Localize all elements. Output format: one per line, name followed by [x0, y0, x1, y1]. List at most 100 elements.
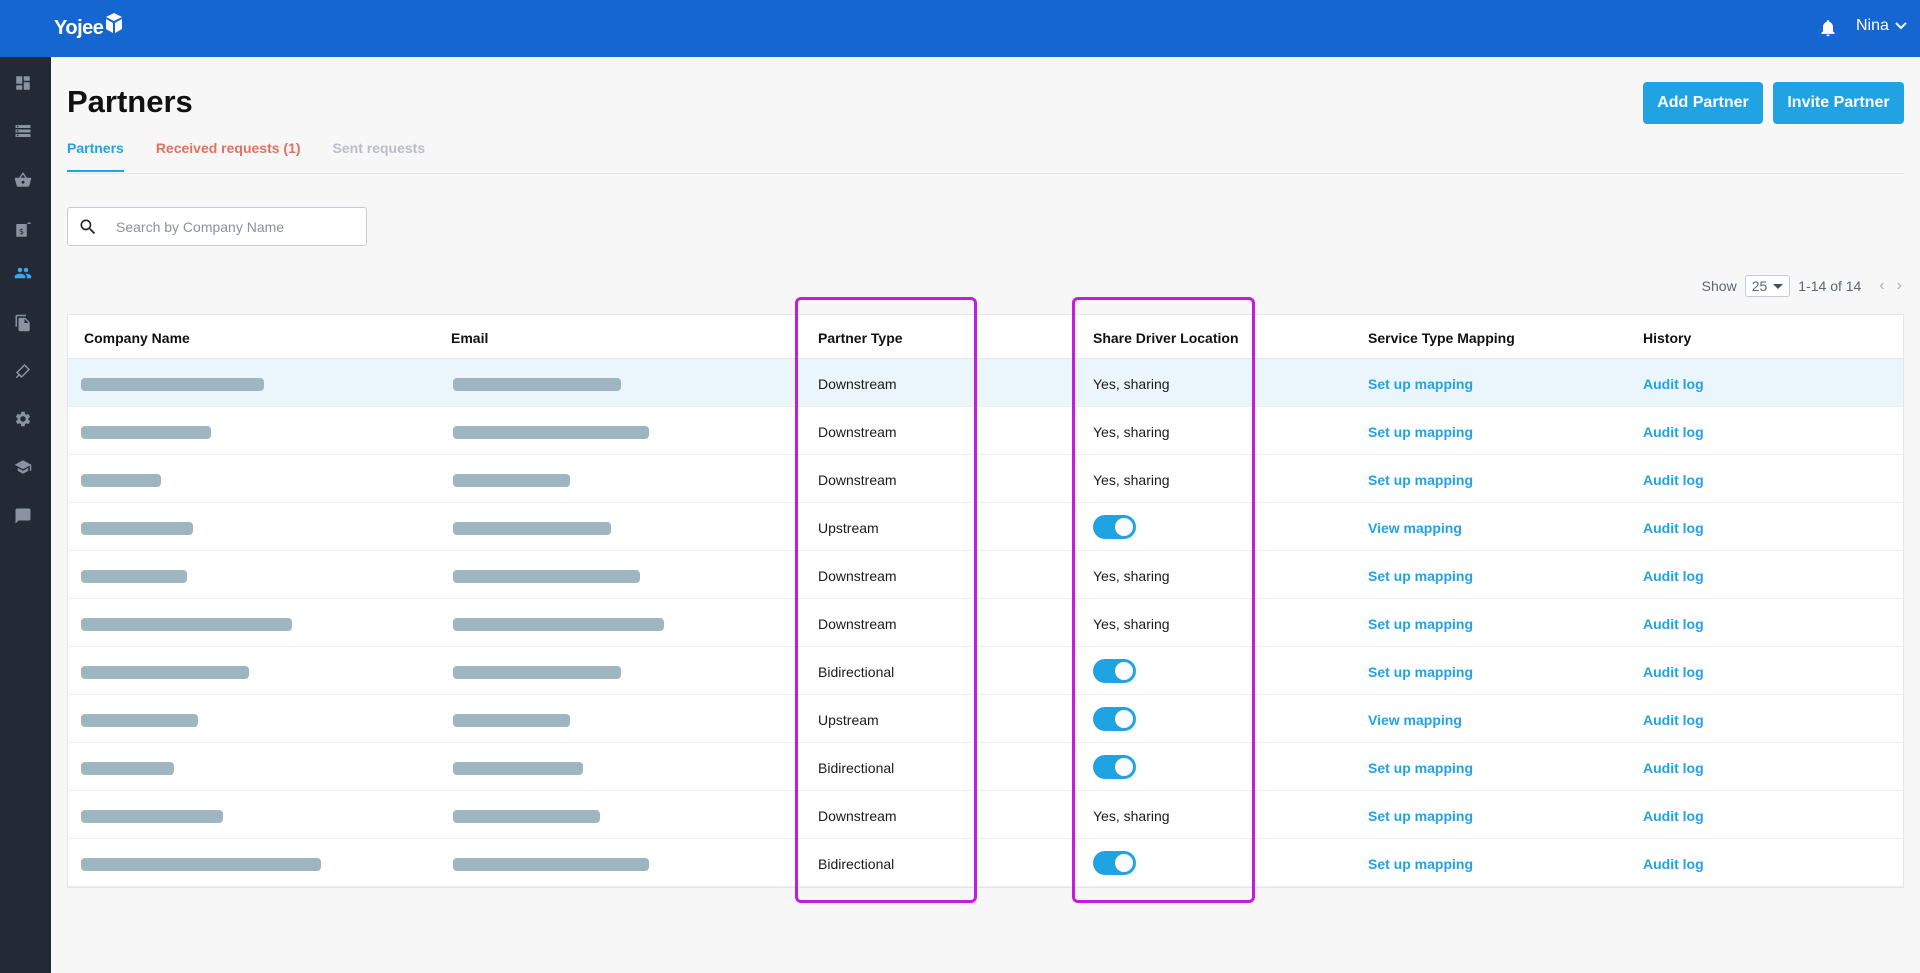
- header-partner-type[interactable]: Partner Type: [818, 330, 903, 346]
- mapping-link[interactable]: View mapping: [1368, 520, 1462, 536]
- basket-icon[interactable]: [13, 170, 33, 190]
- audit-log-link[interactable]: Audit log: [1643, 376, 1704, 392]
- partners-icon[interactable]: [13, 263, 33, 283]
- redacted-company-name: [81, 666, 249, 679]
- tab-sent-requests[interactable]: Sent requests: [333, 140, 426, 172]
- share-location-toggle[interactable]: [1093, 515, 1136, 539]
- header-email[interactable]: Email: [451, 330, 488, 346]
- redacted-email: [453, 618, 664, 631]
- invite-partner-button[interactable]: Invite Partner: [1773, 82, 1904, 124]
- table-row[interactable]: Bidirectional Set up mapping Audit log: [68, 743, 1903, 791]
- top-bar: Yojee Nina: [0, 0, 1920, 57]
- show-label: Show: [1701, 278, 1737, 294]
- audit-log-link[interactable]: Audit log: [1643, 808, 1704, 824]
- partner-type-cell: Downstream: [818, 616, 897, 632]
- audit-log-link[interactable]: Audit log: [1643, 520, 1704, 536]
- mapping-link[interactable]: Set up mapping: [1368, 616, 1473, 632]
- table-row[interactable]: Downstream Yes, sharing Set up mapping Audi…: [68, 791, 1903, 839]
- redacted-company-name: [81, 858, 321, 871]
- svg-text:$: $: [19, 226, 24, 236]
- redacted-email: [453, 426, 649, 439]
- chevron-left-icon[interactable]: ‹: [1879, 277, 1884, 295]
- caret-down-icon: [1773, 283, 1784, 289]
- partner-type-cell: Downstream: [818, 424, 897, 440]
- audit-log-link[interactable]: Audit log: [1643, 568, 1704, 584]
- table-row[interactable]: Downstream Yes, sharing Set up mapping Audi…: [68, 407, 1903, 455]
- partner-type-cell: Downstream: [818, 472, 897, 488]
- logo[interactable]: Yojee: [54, 13, 123, 43]
- partner-type-cell: Bidirectional: [818, 856, 895, 872]
- table-row[interactable]: Downstream Yes, sharing Set up mapping Audi…: [68, 599, 1903, 647]
- page-title: Partners: [67, 84, 193, 119]
- audit-log-link[interactable]: Audit log: [1643, 424, 1704, 440]
- invoice-icon[interactable]: $: [13, 220, 33, 240]
- user-menu[interactable]: Nina: [1856, 17, 1907, 35]
- user-name: Nina: [1856, 17, 1889, 34]
- dashboard-icon[interactable]: [13, 73, 33, 93]
- redacted-company-name: [81, 762, 174, 775]
- broadcast-icon[interactable]: [13, 361, 33, 381]
- redacted-company-name: [81, 522, 193, 535]
- partner-type-cell: Bidirectional: [818, 664, 895, 680]
- audit-log-link[interactable]: Audit log: [1643, 472, 1704, 488]
- redacted-company-name: [81, 618, 292, 631]
- redacted-email: [453, 810, 600, 823]
- table-row[interactable]: Downstream Yes, sharing Set up mapping Audi…: [68, 551, 1903, 599]
- audit-log-link[interactable]: Audit log: [1643, 856, 1704, 872]
- redacted-email: [453, 762, 583, 775]
- header-share-driver-location[interactable]: Share Driver Location: [1093, 330, 1239, 346]
- mapping-link[interactable]: Set up mapping: [1368, 808, 1473, 824]
- search-box: [67, 207, 367, 246]
- page-size-select[interactable]: 25: [1744, 275, 1791, 297]
- mapping-link[interactable]: View mapping: [1368, 712, 1462, 728]
- table-row[interactable]: Upstream View mapping Audit log: [68, 503, 1903, 551]
- share-location-status: Yes, sharing: [1093, 616, 1170, 632]
- search-icon: [80, 219, 96, 234]
- header-service-type-mapping[interactable]: Service Type Mapping: [1368, 330, 1515, 346]
- chat-icon[interactable]: [13, 506, 33, 526]
- redacted-company-name: [81, 378, 264, 391]
- redacted-email: [453, 522, 611, 535]
- header-company-name[interactable]: Company Name: [84, 330, 190, 346]
- share-location-toggle[interactable]: [1093, 755, 1136, 779]
- redacted-company-name: [81, 426, 211, 439]
- share-location-toggle[interactable]: [1093, 659, 1136, 683]
- audit-log-link[interactable]: Audit log: [1643, 664, 1704, 680]
- logo-mark-icon: [106, 13, 123, 33]
- bell-icon[interactable]: [1818, 17, 1838, 39]
- tab-partners[interactable]: Partners: [67, 140, 124, 172]
- share-location-status: Yes, sharing: [1093, 376, 1170, 392]
- table-row[interactable]: Upstream View mapping Audit log: [68, 695, 1903, 743]
- mapping-link[interactable]: Set up mapping: [1368, 664, 1473, 680]
- partner-type-cell: Upstream: [818, 520, 879, 536]
- school-icon[interactable]: [13, 457, 33, 477]
- mapping-link[interactable]: Set up mapping: [1368, 472, 1473, 488]
- header-history[interactable]: History: [1643, 330, 1691, 346]
- table-row[interactable]: Downstream Yes, sharing Set up mapping Audi…: [68, 359, 1903, 407]
- redacted-company-name: [81, 714, 198, 727]
- table-row[interactable]: Bidirectional Set up mapping Audit log: [68, 839, 1903, 887]
- page-range: 1-14 of 14: [1798, 278, 1862, 294]
- audit-log-link[interactable]: Audit log: [1643, 712, 1704, 728]
- documents-icon[interactable]: [13, 313, 33, 333]
- audit-log-link[interactable]: Audit log: [1643, 760, 1704, 776]
- share-location-toggle[interactable]: [1093, 707, 1136, 731]
- share-location-toggle[interactable]: [1093, 851, 1136, 875]
- search-input[interactable]: [116, 218, 356, 235]
- audit-log-link[interactable]: Audit log: [1643, 616, 1704, 632]
- mapping-link[interactable]: Set up mapping: [1368, 760, 1473, 776]
- settings-icon[interactable]: [13, 409, 33, 429]
- mapping-link[interactable]: Set up mapping: [1368, 856, 1473, 872]
- mapping-link[interactable]: Set up mapping: [1368, 376, 1473, 392]
- chevron-right-icon[interactable]: ›: [1897, 277, 1902, 295]
- table-row[interactable]: Bidirectional Set up mapping Audit log: [68, 647, 1903, 695]
- mapping-link[interactable]: Set up mapping: [1368, 568, 1473, 584]
- logo-text: Yojee: [54, 16, 104, 39]
- partner-type-cell: Upstream: [818, 712, 879, 728]
- tab-received-requests[interactable]: Received requests (1): [156, 140, 301, 172]
- table-row[interactable]: Downstream Yes, sharing Set up mapping Audi…: [68, 455, 1903, 503]
- mapping-link[interactable]: Set up mapping: [1368, 424, 1473, 440]
- partner-type-cell: Bidirectional: [818, 760, 895, 776]
- add-partner-button[interactable]: Add Partner: [1643, 82, 1763, 124]
- storage-icon[interactable]: [13, 121, 33, 141]
